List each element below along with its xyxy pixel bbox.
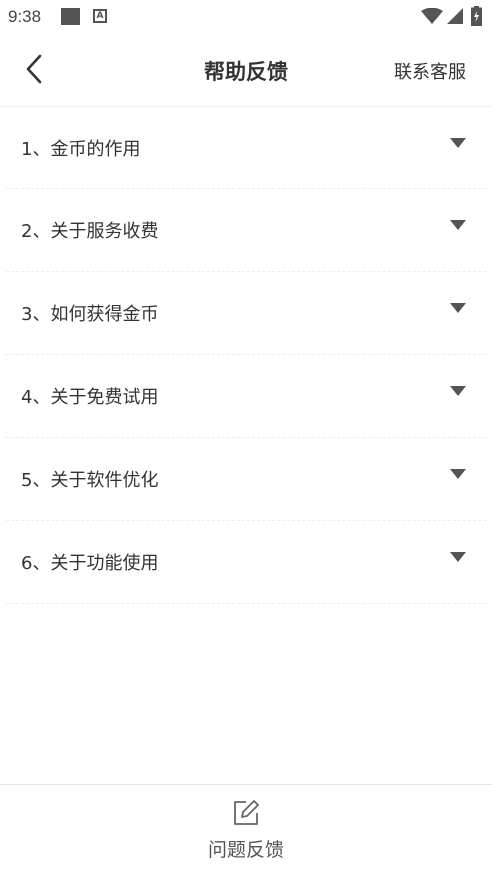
caret-down-icon bbox=[450, 303, 466, 313]
caret-down-icon bbox=[450, 220, 466, 230]
faq-item[interactable]: 3、如何获得金币 bbox=[6, 272, 486, 355]
a-notification-icon: A bbox=[93, 9, 107, 23]
contact-service-button[interactable]: 联系客服 bbox=[394, 58, 466, 84]
caret-down-icon bbox=[450, 138, 466, 148]
faq-item[interactable]: 4、关于免费试用 bbox=[6, 355, 486, 438]
faq-item[interactable]: 6、关于功能使用 bbox=[6, 521, 486, 604]
header: 帮助反馈 联系客服 bbox=[0, 34, 492, 107]
signal-icon bbox=[447, 8, 463, 24]
status-time: 9:38 bbox=[8, 7, 42, 26]
faq-item-label: 3、如何获得金币 bbox=[21, 304, 159, 325]
battery-icon bbox=[471, 6, 482, 26]
faq-item-label: 5、关于软件优化 bbox=[21, 470, 159, 491]
faq-item-label: 2、关于服务收费 bbox=[21, 221, 159, 242]
faq-item[interactable]: 2、关于服务收费 bbox=[6, 189, 486, 272]
faq-item-label: 6、关于功能使用 bbox=[21, 553, 159, 574]
square-icon bbox=[61, 8, 80, 25]
caret-down-icon bbox=[450, 386, 466, 396]
edit-icon bbox=[234, 800, 259, 825]
status-bar: 9:38 A bbox=[0, 0, 492, 34]
faq-item-label: 4、关于免费试用 bbox=[21, 387, 159, 408]
faq-item[interactable]: 1、金币的作用 bbox=[6, 107, 486, 189]
feedback-label: 问题反馈 bbox=[207, 839, 284, 861]
feedback-button[interactable]: 问题反馈 bbox=[196, 799, 296, 869]
wifi-icon bbox=[421, 8, 443, 24]
bottom-bar: 问题反馈 bbox=[0, 784, 492, 875]
faq-list: 1、金币的作用 2、关于服务收费 3、如何获得金币 4、关于免费试用 5、关于软… bbox=[0, 107, 492, 604]
caret-down-icon bbox=[450, 469, 466, 479]
faq-item[interactable]: 5、关于软件优化 bbox=[6, 438, 486, 521]
faq-item-label: 1、金币的作用 bbox=[21, 139, 141, 160]
caret-down-icon bbox=[450, 552, 466, 562]
